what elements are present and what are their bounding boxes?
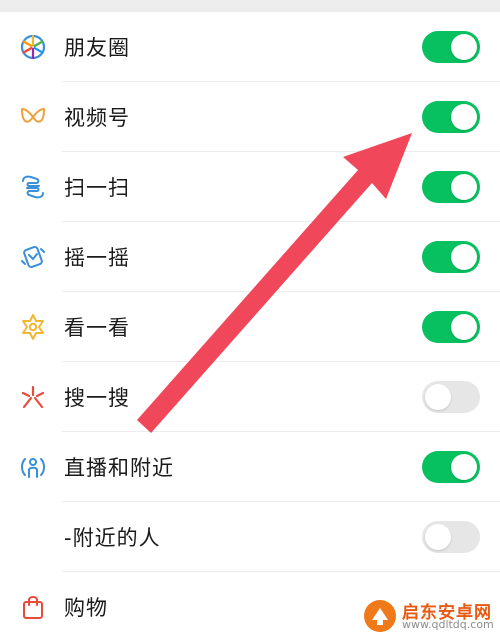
moments-icon (18, 32, 48, 62)
shake-icon (18, 242, 48, 272)
settings-screen: 朋友圈 视频号 扫一扫 摇一摇 看一看 搜一搜 直播和附近 -附近的人 购物 启… (0, 0, 500, 640)
search-icon (18, 382, 48, 412)
setting-row-shake: 摇一摇 (0, 222, 500, 292)
scan-icon (18, 172, 48, 202)
setting-row-live-nearby: 直播和附近 (0, 432, 500, 502)
live-nearby-toggle[interactable] (422, 451, 480, 483)
toggle-knob (451, 244, 477, 270)
shake-toggle[interactable] (422, 241, 480, 273)
toggle-knob (451, 454, 477, 480)
setting-label: 朋友圈 (64, 36, 130, 60)
shopping-bag-icon (18, 592, 48, 622)
toggle-knob (451, 104, 477, 130)
search-toggle[interactable] (422, 381, 480, 413)
top-stories-icon (18, 312, 48, 342)
setting-label: 摇一摇 (64, 246, 130, 270)
setting-label: 直播和附近 (64, 456, 174, 480)
setting-label: 看一看 (64, 316, 130, 340)
watermark: 启东安卓网 www.qdltdq.com (362, 596, 494, 636)
people-nearby-toggle[interactable] (422, 521, 480, 553)
setting-label: 视频号 (64, 106, 130, 130)
scan-toggle[interactable] (422, 171, 480, 203)
toggle-knob (451, 314, 477, 340)
live-nearby-icon (18, 452, 48, 482)
setting-label: 购物 (64, 596, 108, 620)
moments-toggle[interactable] (422, 31, 480, 63)
feature-toggle-list: 朋友圈 视频号 扫一扫 摇一摇 看一看 搜一搜 直播和附近 -附近的人 购物 (0, 12, 500, 640)
toggle-knob (451, 34, 477, 60)
watermark-logo-icon (364, 600, 396, 632)
channels-icon (18, 102, 48, 132)
setting-row-search: 搜一搜 (0, 362, 500, 432)
setting-row-scan: 扫一扫 (0, 152, 500, 222)
setting-label: 搜一搜 (64, 386, 130, 410)
setting-row-moments: 朋友圈 (0, 12, 500, 82)
watermark-url: www.qdltdq.com (402, 618, 494, 631)
toggle-knob (425, 524, 451, 550)
toggle-knob (425, 384, 451, 410)
setting-row-channels: 视频号 (0, 82, 500, 152)
section-header-strip (0, 0, 500, 12)
setting-label: -附近的人 (64, 526, 161, 550)
channels-toggle[interactable] (422, 101, 480, 133)
setting-row-people-nearby: -附近的人 (0, 502, 500, 572)
setting-row-top-stories: 看一看 (0, 292, 500, 362)
top-stories-toggle[interactable] (422, 311, 480, 343)
toggle-knob (451, 174, 477, 200)
setting-label: 扫一扫 (64, 176, 130, 200)
